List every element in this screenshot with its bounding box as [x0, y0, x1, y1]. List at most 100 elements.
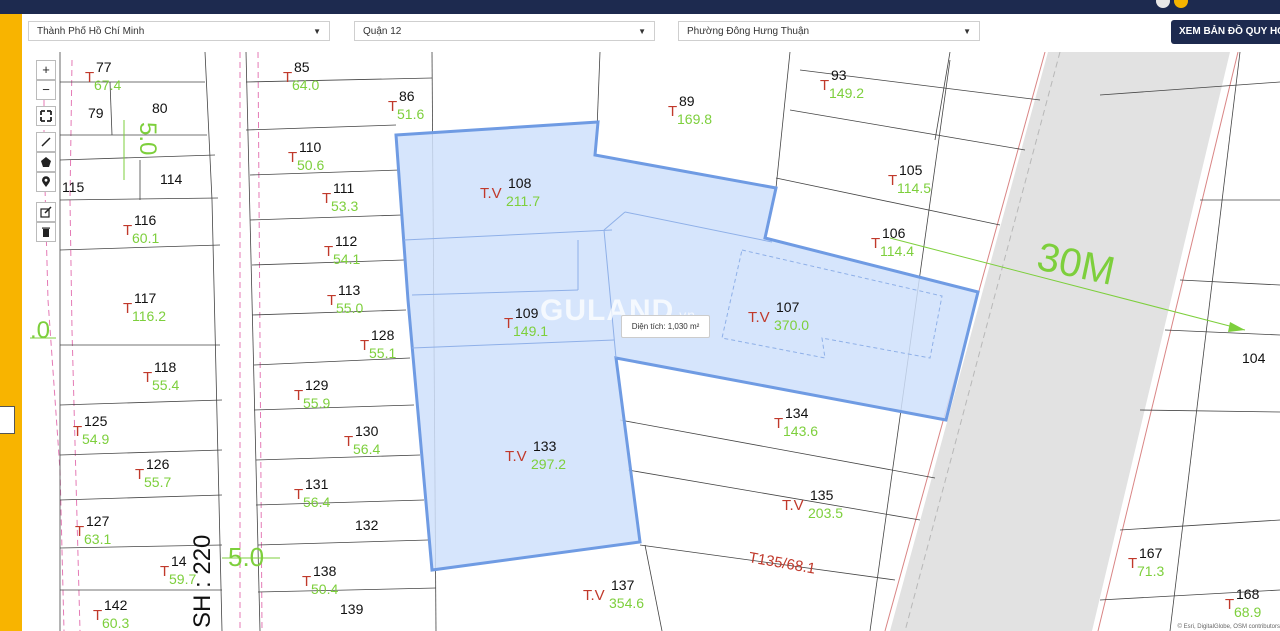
parcel-number: 115 — [62, 179, 85, 195]
parcel-label-137[interactable]: T.V 137 354.6 — [583, 577, 644, 611]
parcel-number: 110 — [299, 139, 322, 155]
parcel-label-125[interactable]: T125 54.9 — [73, 413, 109, 447]
parcel-label-114[interactable]: 114 — [160, 171, 183, 187]
parcel-number: 116 — [134, 212, 157, 228]
parcel-label-104[interactable]: 104 — [1242, 350, 1266, 366]
parcel-label-138[interactable]: T138 50.4 — [302, 563, 338, 597]
parcel-label-85[interactable]: T85 64.0 — [283, 59, 319, 93]
left-sidebar-rail — [0, 14, 22, 631]
parcel-label-168[interactable]: T168 68.9 — [1225, 586, 1261, 620]
parcel-label-117[interactable]: T117 116.2 — [123, 290, 166, 324]
land-use-code: T — [504, 315, 513, 332]
parcel-number: 117 — [134, 290, 157, 306]
parcel-number: 89 — [679, 93, 695, 109]
setback-label-2: .0 — [30, 317, 50, 344]
parcel-number: 85 — [294, 59, 310, 75]
parcel-area: 64.0 — [292, 77, 319, 93]
parcel-label-111[interactable]: T111 53.3 — [322, 180, 358, 214]
parcel-label-77[interactable]: T77 67.4 — [85, 59, 121, 93]
draw-marker-button[interactable] — [36, 172, 56, 192]
parcel-area: 55.4 — [152, 377, 179, 393]
parcel-area: 143.6 — [783, 423, 818, 439]
parcel-label-127[interactable]: T127 63.1 — [75, 513, 111, 547]
parcel-area: 56.4 — [303, 494, 330, 510]
land-use-code: T — [160, 563, 169, 580]
parcel-label-93[interactable]: T93 149.2 — [820, 67, 864, 101]
land-use-code: T — [288, 149, 297, 166]
land-use-code: T — [871, 235, 880, 252]
delete-layers-button[interactable] — [36, 222, 56, 242]
parcel-area: 68.9 — [1234, 604, 1261, 620]
setback-label-3: 5.0 — [228, 542, 264, 572]
ward-select[interactable]: Phường Đông Hưng Thuận ▼ — [678, 21, 980, 41]
parcel-number: 108 — [508, 175, 532, 191]
parcel-label-80[interactable]: 80 — [152, 100, 168, 116]
parcel-area: 203.5 — [808, 505, 843, 521]
draw-line-button[interactable] — [36, 132, 56, 152]
parcel-area: 54.9 — [82, 431, 109, 447]
fullscreen-button[interactable] — [36, 106, 56, 126]
street-label: T135/68.1 — [747, 549, 816, 577]
map-canvas[interactable]: 30M 5.0 .0 5.0 SH : 220 T135/68.1 T7767.… — [30, 52, 1280, 631]
parcel-label-115[interactable]: 115 — [62, 179, 85, 195]
marker-icon — [42, 176, 50, 187]
parcel-number: 86 — [399, 88, 415, 104]
parcel-area: 114.4 — [880, 243, 914, 259]
land-use-code: T — [1225, 596, 1234, 613]
parcel-label-134[interactable]: T134 143.6 — [774, 405, 818, 439]
view-planning-map-button[interactable]: XEM BẢN ĐỒ QUY HOẠ — [1171, 20, 1280, 44]
parcel-area: 53.3 — [331, 198, 358, 214]
sidebar-toggle-tab[interactable] — [0, 406, 15, 434]
parcel-area: 55.7 — [144, 474, 171, 490]
parcel-number: 112 — [335, 233, 358, 249]
parcel-label-129[interactable]: T129 55.9 — [294, 377, 330, 411]
land-use-code: T.V — [505, 448, 527, 465]
parcel-label-131[interactable]: T131 56.4 — [294, 476, 330, 510]
parcel-label-116[interactable]: T116 60.1 — [123, 212, 159, 246]
parcel-number: 139 — [340, 601, 364, 617]
fullscreen-icon — [40, 110, 52, 122]
land-use-code: T — [135, 466, 144, 483]
parcel-label-110[interactable]: T110 50.6 — [288, 139, 324, 173]
parcel-label-132[interactable]: 132 — [355, 517, 379, 533]
land-use-code: T — [888, 172, 897, 189]
zoom-out-button[interactable]: − — [36, 80, 56, 100]
parcel-label-112[interactable]: T112 54.1 — [324, 233, 360, 267]
parcel-label-89[interactable]: T89 169.8 — [668, 93, 712, 127]
parcel-number: 80 — [152, 100, 168, 116]
parcel-number: 127 — [86, 513, 110, 529]
parcel-number: 14 — [171, 553, 187, 569]
parcel-label-126[interactable]: T126 55.7 — [135, 456, 171, 490]
land-use-code: T — [360, 337, 369, 354]
parcel-label-128[interactable]: T128 55.1 — [360, 327, 396, 361]
edit-layers-button[interactable] — [36, 202, 56, 222]
parcel-number: 135 — [810, 487, 834, 503]
cadastral-map[interactable]: 30M 5.0 .0 5.0 SH : 220 T135/68.1 T 77 67.… — [30, 52, 1280, 631]
parcel-number: 137 — [611, 577, 635, 593]
coin-icon[interactable] — [1174, 0, 1188, 8]
draw-polygon-button[interactable] — [36, 152, 56, 172]
parcel-label-105[interactable]: T105 114.5 — [888, 162, 931, 196]
parcel-label-142[interactable]: T142 60.3 — [93, 597, 129, 631]
parcel-label-139[interactable]: 139 — [340, 601, 364, 617]
land-use-code: T — [143, 369, 152, 386]
parcel-label-167[interactable]: T167 71.3 — [1128, 545, 1164, 579]
filter-bar: Thành Phố Hồ Chí Minh ▼ Quận 12 ▼ Phường… — [22, 14, 1280, 52]
parcel-label-86[interactable]: T86 51.6 — [388, 88, 424, 122]
parcel-label-113[interactable]: T113 55.0 — [327, 282, 363, 316]
parcel-label-79[interactable]: 79 — [88, 105, 104, 121]
city-select[interactable]: Thành Phố Hồ Chí Minh ▼ — [28, 21, 330, 41]
parcel-label-106[interactable]: T106 114.4 — [871, 225, 914, 259]
zoom-in-button[interactable]: + — [36, 60, 56, 80]
area-tooltip: Diện tích: 1,030 m² — [621, 315, 710, 338]
parcel-number: 113 — [338, 282, 361, 298]
land-use-code: T.V — [748, 309, 770, 326]
city-select-value: Thành Phố Hồ Chí Minh — [37, 26, 145, 37]
parcel-label-118[interactable]: T118 55.4 — [143, 359, 179, 393]
parcel-label-130[interactable]: T130 56.4 — [344, 423, 380, 457]
parcel-label-135[interactable]: T.V 135 203.5 — [782, 487, 843, 521]
parcel-area: 63.1 — [84, 531, 111, 547]
land-use-code: T — [302, 573, 311, 590]
district-select[interactable]: Quận 12 ▼ — [354, 21, 655, 41]
notification-icon[interactable] — [1156, 0, 1170, 8]
